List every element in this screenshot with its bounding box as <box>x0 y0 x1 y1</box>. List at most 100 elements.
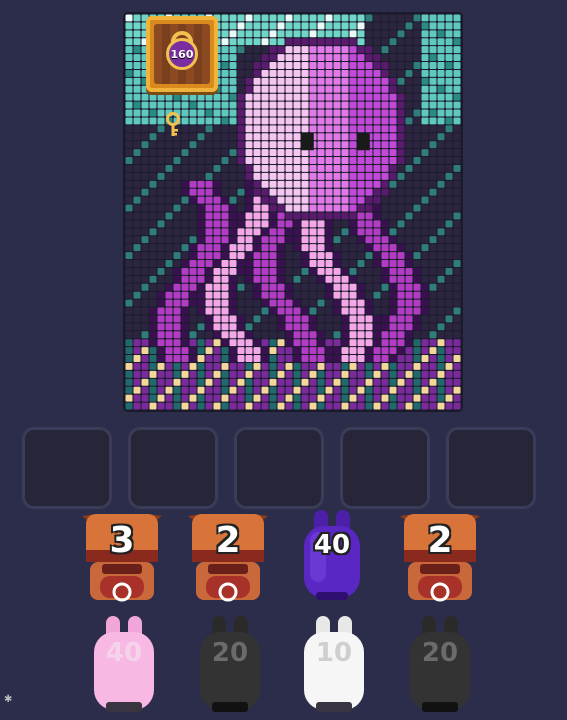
pixel-cell <box>389 30 397 38</box>
pixel-cell <box>269 157 277 164</box>
pixel-cell <box>221 77 229 85</box>
pixel-cell <box>293 77 301 85</box>
locked-crate[interactable]: 160 <box>146 16 218 92</box>
pixel-cell <box>333 252 341 260</box>
pixel-cell <box>437 180 445 188</box>
pixel-cell <box>453 69 461 77</box>
holding-slot-4[interactable] <box>340 427 430 509</box>
key-icon[interactable] <box>163 112 183 138</box>
pixel-cell <box>445 85 453 93</box>
pixel-cell <box>261 77 269 85</box>
pixel-cell <box>133 307 141 315</box>
pixel-cell <box>445 101 453 109</box>
pixel-cell <box>125 283 133 291</box>
pixel-cell <box>429 30 437 38</box>
pixel-cell <box>125 402 133 410</box>
pixel-cell <box>437 362 445 370</box>
pixel-cell <box>421 244 429 252</box>
pixel-cell <box>341 236 349 244</box>
pixel-cell <box>389 394 397 402</box>
pixel-cell <box>429 386 437 394</box>
pixel-cell <box>197 378 205 386</box>
pixel-cell <box>229 77 237 85</box>
pixel-cell <box>381 125 389 133</box>
pixel-cell <box>309 362 317 370</box>
pixel-cell <box>293 378 301 386</box>
pixel-cell <box>357 212 365 220</box>
pixel-cell <box>429 109 437 117</box>
pixel-cell <box>421 101 429 109</box>
holding-slot-3[interactable] <box>234 427 324 509</box>
pixel-cell <box>245 157 253 164</box>
pixel-cell <box>309 228 317 236</box>
pixel-cell <box>189 299 197 307</box>
pixel-cell <box>365 157 373 164</box>
pixel-cell <box>373 149 381 157</box>
pixel-cell <box>389 362 397 370</box>
pixel-cell <box>429 22 437 30</box>
pixel-cell <box>373 236 381 244</box>
pixel-cell <box>229 307 237 315</box>
pixel-cell <box>333 260 341 267</box>
pixel-cell <box>229 188 237 196</box>
pixel-cell <box>141 204 149 212</box>
pixel-cell <box>149 347 157 355</box>
bull-piece[interactable]: 2 <box>182 506 274 606</box>
black-bunny-piece[interactable]: 20 <box>184 614 276 714</box>
holding-slot-5[interactable] <box>446 427 536 509</box>
pixel-cell <box>205 267 213 275</box>
pixel-cell <box>309 30 317 38</box>
pixel-cell <box>365 291 373 299</box>
pixel-cell <box>381 141 389 149</box>
pixel-cell <box>285 125 293 133</box>
pixel-cell <box>189 125 197 133</box>
pixel-cell <box>293 355 301 362</box>
bull-piece[interactable]: 2 <box>394 506 486 606</box>
pixel-cell <box>277 164 285 172</box>
pixel-cell <box>285 180 293 188</box>
pixel-cell <box>325 157 333 164</box>
pixel-cell <box>221 125 229 133</box>
pixel-cell <box>293 141 301 149</box>
pixel-cell <box>381 93 389 101</box>
pixel-cell <box>397 149 405 157</box>
pixel-cell <box>421 54 429 62</box>
pixel-cell <box>357 283 365 291</box>
pixel-cell <box>237 62 245 69</box>
pixel-cell <box>405 46 413 54</box>
pixel-cell <box>221 386 229 394</box>
pixel-cell <box>205 117 213 125</box>
bull-piece[interactable]: 3 <box>76 506 168 606</box>
pixel-cell <box>349 85 357 93</box>
pixel-cell <box>373 386 381 394</box>
pixel-cell <box>245 386 253 394</box>
holding-slot-1[interactable] <box>22 427 112 509</box>
pixel-cell <box>125 46 133 54</box>
pixel-cell <box>413 69 421 77</box>
pixel-cell <box>189 394 197 402</box>
pixel-cell <box>429 85 437 93</box>
pixel-cell <box>365 77 373 85</box>
pixel-cell <box>309 109 317 117</box>
pixel-cell <box>341 38 349 46</box>
pixel-cell <box>429 204 437 212</box>
pixel-cell <box>213 283 221 291</box>
pixel-cell <box>149 141 157 149</box>
pixel-cell <box>197 283 205 291</box>
pixel-cell <box>397 133 405 141</box>
pink-bunny-piece[interactable]: 40 <box>78 614 170 714</box>
pixel-cell <box>229 38 237 46</box>
purple-bunny-piece[interactable]: 40 <box>286 506 378 606</box>
holding-slot-2[interactable] <box>128 427 218 509</box>
pixel-cell <box>277 394 285 402</box>
pixel-cell <box>197 386 205 394</box>
white-bunny-piece[interactable]: 10 <box>288 614 380 714</box>
pixel-cell <box>149 164 157 172</box>
pixel-cell <box>237 46 245 54</box>
black-bunny-piece[interactable]: 20 <box>394 614 486 714</box>
pixel-cell <box>333 172 341 180</box>
pixel-cell <box>229 164 237 172</box>
pixel-cell <box>141 180 149 188</box>
pixel-cell <box>405 307 413 315</box>
pixel-cell <box>269 204 277 212</box>
